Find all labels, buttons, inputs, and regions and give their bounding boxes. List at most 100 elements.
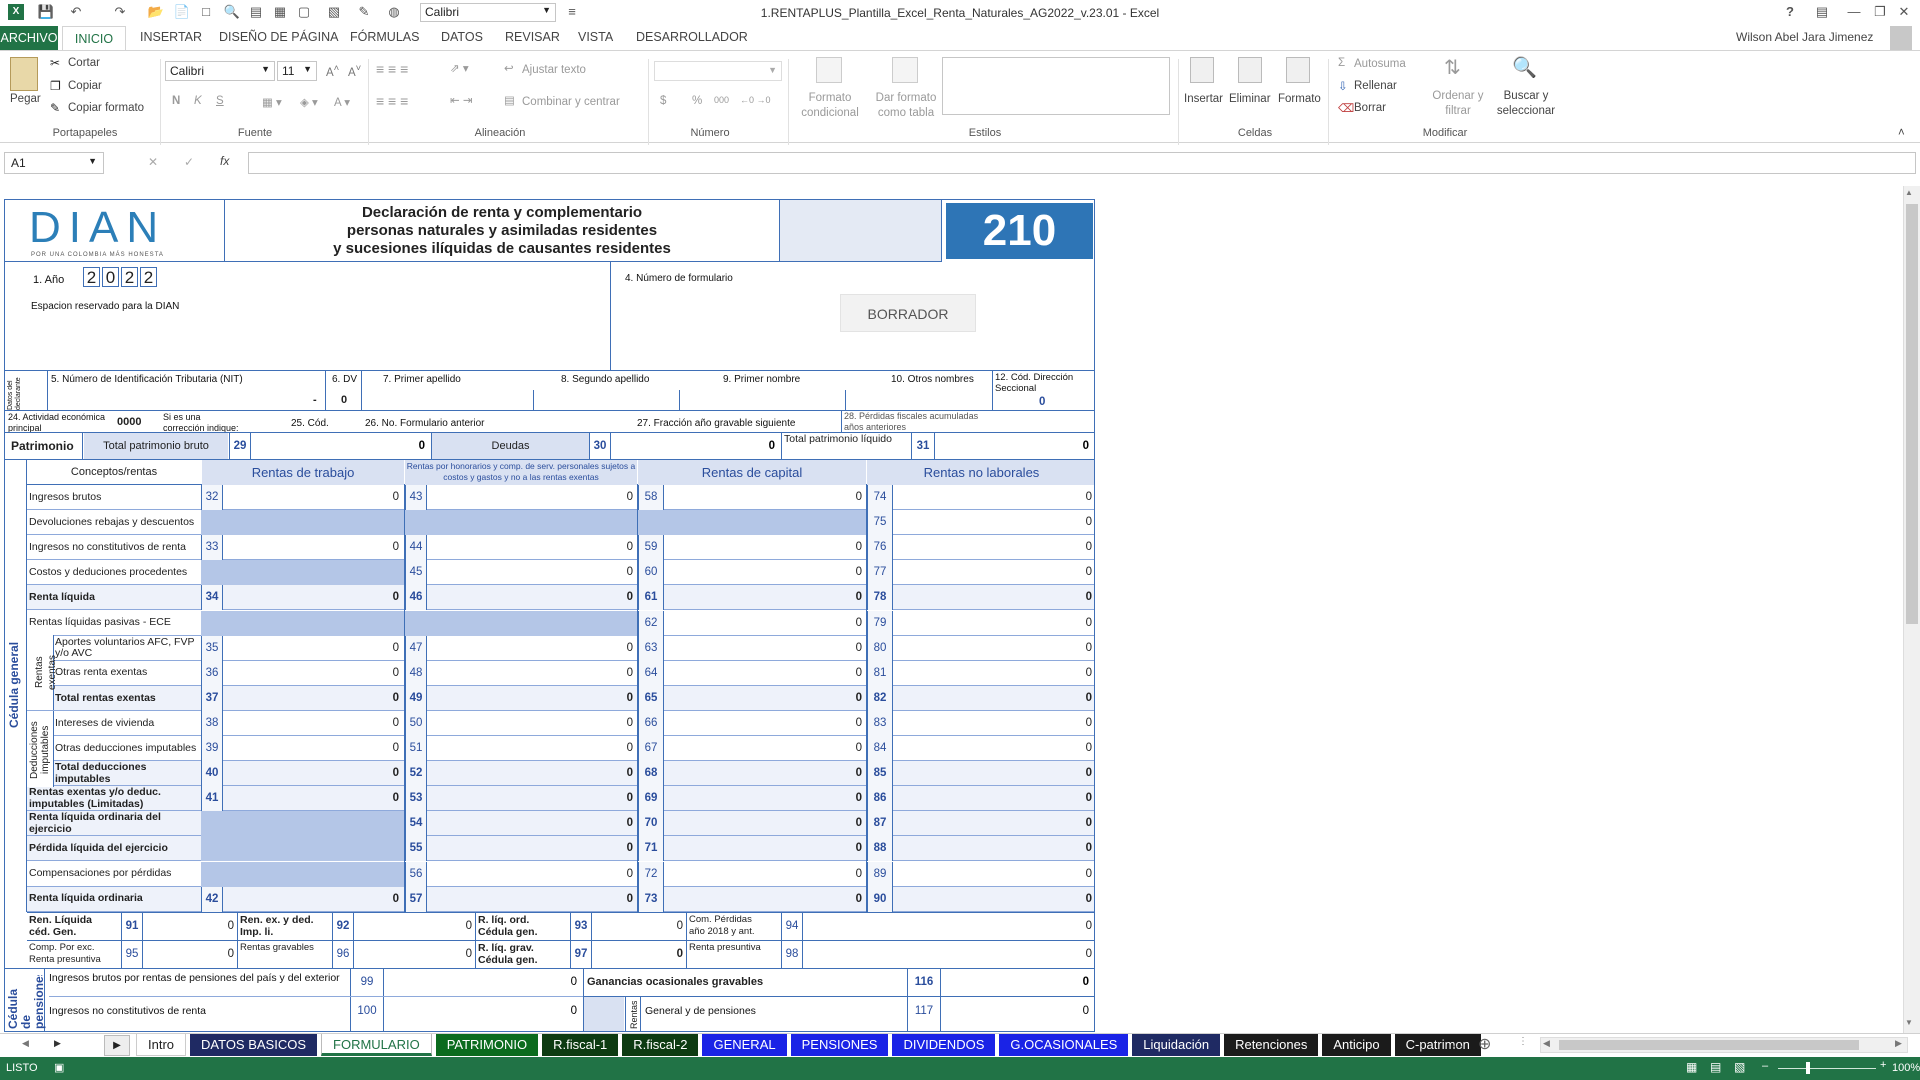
field-value[interactable]: 0 [224, 786, 404, 811]
sheet-tab[interactable]: FORMULARIO [321, 1034, 432, 1056]
tab-divider-icon[interactable]: ⋮ [1518, 1036, 1528, 1047]
format-cells-button[interactable]: Formato [1278, 93, 1321, 105]
field-value[interactable]: 0 [428, 560, 638, 585]
field-value[interactable]: 0 [894, 686, 1094, 711]
field-value[interactable]: 0 [428, 736, 638, 761]
name-box[interactable]: A1 ▼ [4, 152, 104, 174]
field-value[interactable]: 0 [428, 686, 638, 711]
thousands-button[interactable]: 000 [714, 95, 729, 105]
field-value[interactable]: 0 [224, 887, 404, 912]
page-break-icon[interactable]: ▧ [1734, 1060, 1745, 1074]
sheet-tab[interactable]: G.OCASIONALES [999, 1034, 1129, 1056]
sheet-tab[interactable]: R.fiscal-2 [622, 1034, 699, 1056]
insert-function-icon[interactable]: fx [220, 154, 229, 168]
clear-button[interactable]: Borrar [1354, 102, 1386, 114]
sheet-tab[interactable]: Liquidación [1132, 1034, 1221, 1056]
sheet-tab[interactable]: PENSIONES [790, 1034, 889, 1056]
field-value[interactable]: 0 [894, 786, 1094, 811]
field-value[interactable]: 0 [224, 761, 404, 786]
tab-scroll-left-icon[interactable]: ◀ [22, 1038, 29, 1049]
hscroll-left-icon[interactable]: ◀ [1543, 1038, 1550, 1049]
field-value[interactable]: 0 [224, 736, 404, 761]
scroll-up-icon[interactable]: ▲ [1905, 188, 1913, 197]
font-name-select[interactable]: Calibri ▼ [165, 61, 275, 81]
zoom-in-icon[interactable]: + [1880, 1059, 1886, 1071]
borders-button[interactable]: ▦ ▾ [262, 95, 282, 109]
orientation-icon[interactable]: ⇗ ▾ [450, 61, 469, 75]
field-value[interactable]: 0 [428, 585, 638, 610]
field-value[interactable]: 0 [894, 836, 1094, 861]
vertical-scrollbar[interactable]: ▲ ▼ [1903, 186, 1920, 1034]
paste-icon[interactable] [10, 57, 38, 91]
tab-desarrollador[interactable]: DESARROLLADOR [636, 30, 748, 44]
value-117[interactable]: 0 [943, 997, 1093, 1025]
field-value[interactable]: 0 [665, 786, 867, 811]
enter-icon[interactable]: ✓ [184, 155, 194, 169]
field-value[interactable]: 0 [894, 761, 1094, 786]
tab-datos[interactable]: DATOS [441, 30, 483, 44]
summary-value[interactable]: 0 [356, 941, 472, 968]
year-digit[interactable]: 2 [140, 267, 157, 287]
merge-center-button[interactable]: Combinar y centrar [522, 96, 620, 108]
dv-value[interactable]: 0 [341, 394, 347, 407]
field-value[interactable]: 0 [665, 611, 867, 636]
paste-button[interactable]: Pegar [10, 93, 41, 105]
field-value[interactable]: 0 [894, 887, 1094, 912]
percent-button[interactable]: % [692, 95, 702, 107]
align-left-icon[interactable]: ≡ ≡ ≡ [376, 93, 408, 109]
summary-value[interactable]: 0 [594, 941, 683, 968]
sheet-tab[interactable]: Intro [136, 1034, 187, 1056]
field-value[interactable]: 0 [894, 661, 1094, 686]
tab-revisar[interactable]: REVISAR [505, 30, 560, 44]
minimize-icon[interactable]: — [1844, 3, 1864, 21]
indent-icon[interactable]: ⇤ ⇥ [450, 93, 472, 107]
currency-button[interactable]: $ [660, 95, 666, 107]
format-painter-button[interactable]: Copiar formato [68, 102, 144, 114]
field-value[interactable]: 0 [894, 736, 1094, 761]
sheet-tab[interactable]: C-patrimon [1394, 1034, 1481, 1056]
field-value[interactable]: 0 [665, 887, 867, 912]
fill-button[interactable]: Rellenar [1354, 80, 1397, 92]
sheet-tab[interactable]: Retenciones [1224, 1034, 1319, 1056]
conditional-format-button[interactable]: Formato condicional [792, 91, 868, 121]
field-value[interactable]: 0 [894, 611, 1094, 636]
tab-archivo[interactable]: ARCHIVO [0, 26, 58, 50]
macro-record-icon[interactable]: ▣ [54, 1061, 64, 1074]
find-select-button[interactable]: Buscar y seleccionar [1490, 89, 1562, 119]
page-layout-icon[interactable]: ▤ [1710, 1060, 1721, 1074]
tab-menu-icon[interactable]: ▶ [104, 1035, 130, 1056]
tab-diseno[interactable]: DISEÑO DE PÁGINA [219, 30, 338, 44]
field-value[interactable]: 0 [894, 485, 1094, 510]
field-value[interactable]: 0 [224, 636, 404, 661]
field-value[interactable]: 0 [894, 811, 1094, 836]
field-value[interactable]: 0 [665, 661, 867, 686]
summary-value[interactable]: 0 [145, 913, 234, 940]
field-value[interactable]: 0 [665, 761, 867, 786]
field-value[interactable]: 0 [894, 711, 1094, 736]
grow-font-icon[interactable]: A˄ [326, 63, 339, 79]
field-value[interactable]: 0 [665, 485, 867, 510]
field-value[interactable]: 0 [894, 510, 1094, 535]
cell-styles-gallery[interactable] [942, 57, 1170, 115]
sheet-tab[interactable]: DATOS BASICOS [190, 1034, 318, 1056]
collapse-ribbon-icon[interactable]: ˄ [1898, 127, 1905, 139]
restore-icon[interactable]: ❐ [1870, 3, 1890, 21]
align-top-icon[interactable]: ≡ ≡ ≡ [376, 61, 408, 77]
field-value[interactable]: 0 [428, 887, 638, 912]
user-avatar[interactable] [1890, 26, 1912, 50]
sheet-tab[interactable]: GENERAL [702, 1034, 787, 1056]
summary-value[interactable]: 0 [805, 941, 1092, 968]
field-value[interactable]: 0 [428, 485, 638, 510]
summary-value[interactable]: 0 [805, 913, 1092, 940]
field-value[interactable]: 0 [428, 535, 638, 560]
zoom-out-icon[interactable]: – [1762, 1060, 1768, 1072]
autosum-button[interactable]: Autosuma [1354, 58, 1406, 70]
normal-view-icon[interactable]: ▦ [1686, 1060, 1697, 1074]
field-value[interactable]: 0 [428, 811, 638, 836]
year-digit[interactable]: 0 [102, 267, 119, 287]
zoom-slider[interactable] [1778, 1068, 1876, 1069]
field-value[interactable]: 0 [665, 736, 867, 761]
font-size-select[interactable]: 11 ▼ [277, 61, 317, 81]
field-value[interactable]: 0 [894, 862, 1094, 887]
number-format-select[interactable]: ▼ [654, 61, 782, 81]
